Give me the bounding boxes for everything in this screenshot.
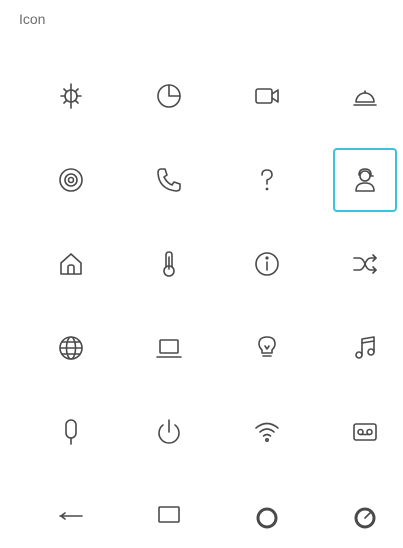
icon-cell-wifi[interactable] xyxy=(235,400,299,464)
icon-cell-music-note[interactable] xyxy=(333,316,397,380)
icon-cell-pie-chart[interactable] xyxy=(137,64,201,128)
icon-cell-target[interactable] xyxy=(39,148,103,212)
shuffle-icon xyxy=(353,254,377,274)
icon-cell-video-camera[interactable] xyxy=(235,64,299,128)
icon-grid xyxy=(0,0,403,529)
icon-cell-laptop[interactable] xyxy=(137,316,201,380)
support-agent-icon xyxy=(355,168,375,192)
icon-cell-lightbulb[interactable] xyxy=(235,316,299,380)
icon-cell-shuffle[interactable] xyxy=(333,232,397,296)
video-camera-icon xyxy=(255,88,279,104)
voicemail-icon xyxy=(353,423,377,441)
dial-icon xyxy=(256,507,278,529)
thermometer-icon xyxy=(163,251,175,277)
icon-cell-globe[interactable] xyxy=(39,316,103,380)
monitor-icon xyxy=(158,506,180,523)
lightbulb-icon xyxy=(258,336,276,357)
icon-cell-power[interactable] xyxy=(137,400,201,464)
icon-cell-thermometer[interactable] xyxy=(137,232,201,296)
music-note-icon xyxy=(355,336,375,359)
icon-cell-phone[interactable] xyxy=(137,148,201,212)
pie-chart-icon xyxy=(157,84,181,108)
wifi-icon xyxy=(255,422,279,442)
phone-icon xyxy=(157,168,181,192)
home-icon xyxy=(60,253,82,275)
icon-cell-room-service[interactable] xyxy=(333,64,397,128)
target-icon xyxy=(59,168,83,192)
icon-cell-microphone[interactable] xyxy=(39,400,103,464)
laptop-icon xyxy=(156,339,182,358)
question-icon xyxy=(261,169,273,191)
power-icon xyxy=(158,419,180,444)
icon-cell-question[interactable] xyxy=(235,148,299,212)
icon-cell-voicemail[interactable] xyxy=(333,400,397,464)
icon-cell-support-agent[interactable] xyxy=(333,148,397,212)
arrow-left-icon xyxy=(59,512,83,520)
icon-cell-dial[interactable] xyxy=(235,484,299,548)
info-icon xyxy=(255,252,279,276)
icon-cell-home[interactable] xyxy=(39,232,103,296)
gauge-icon xyxy=(354,507,376,529)
icon-cell-sun[interactable] xyxy=(39,64,103,128)
icon-cell-gauge[interactable] xyxy=(333,484,397,548)
icon-cell-arrow-left[interactable] xyxy=(39,484,103,548)
room-service-icon xyxy=(353,90,377,106)
globe-icon xyxy=(59,336,83,360)
icon-cell-info[interactable] xyxy=(235,232,299,296)
icon-cell-monitor[interactable] xyxy=(137,484,201,548)
sun-icon xyxy=(60,83,82,109)
microphone-icon xyxy=(65,419,77,445)
